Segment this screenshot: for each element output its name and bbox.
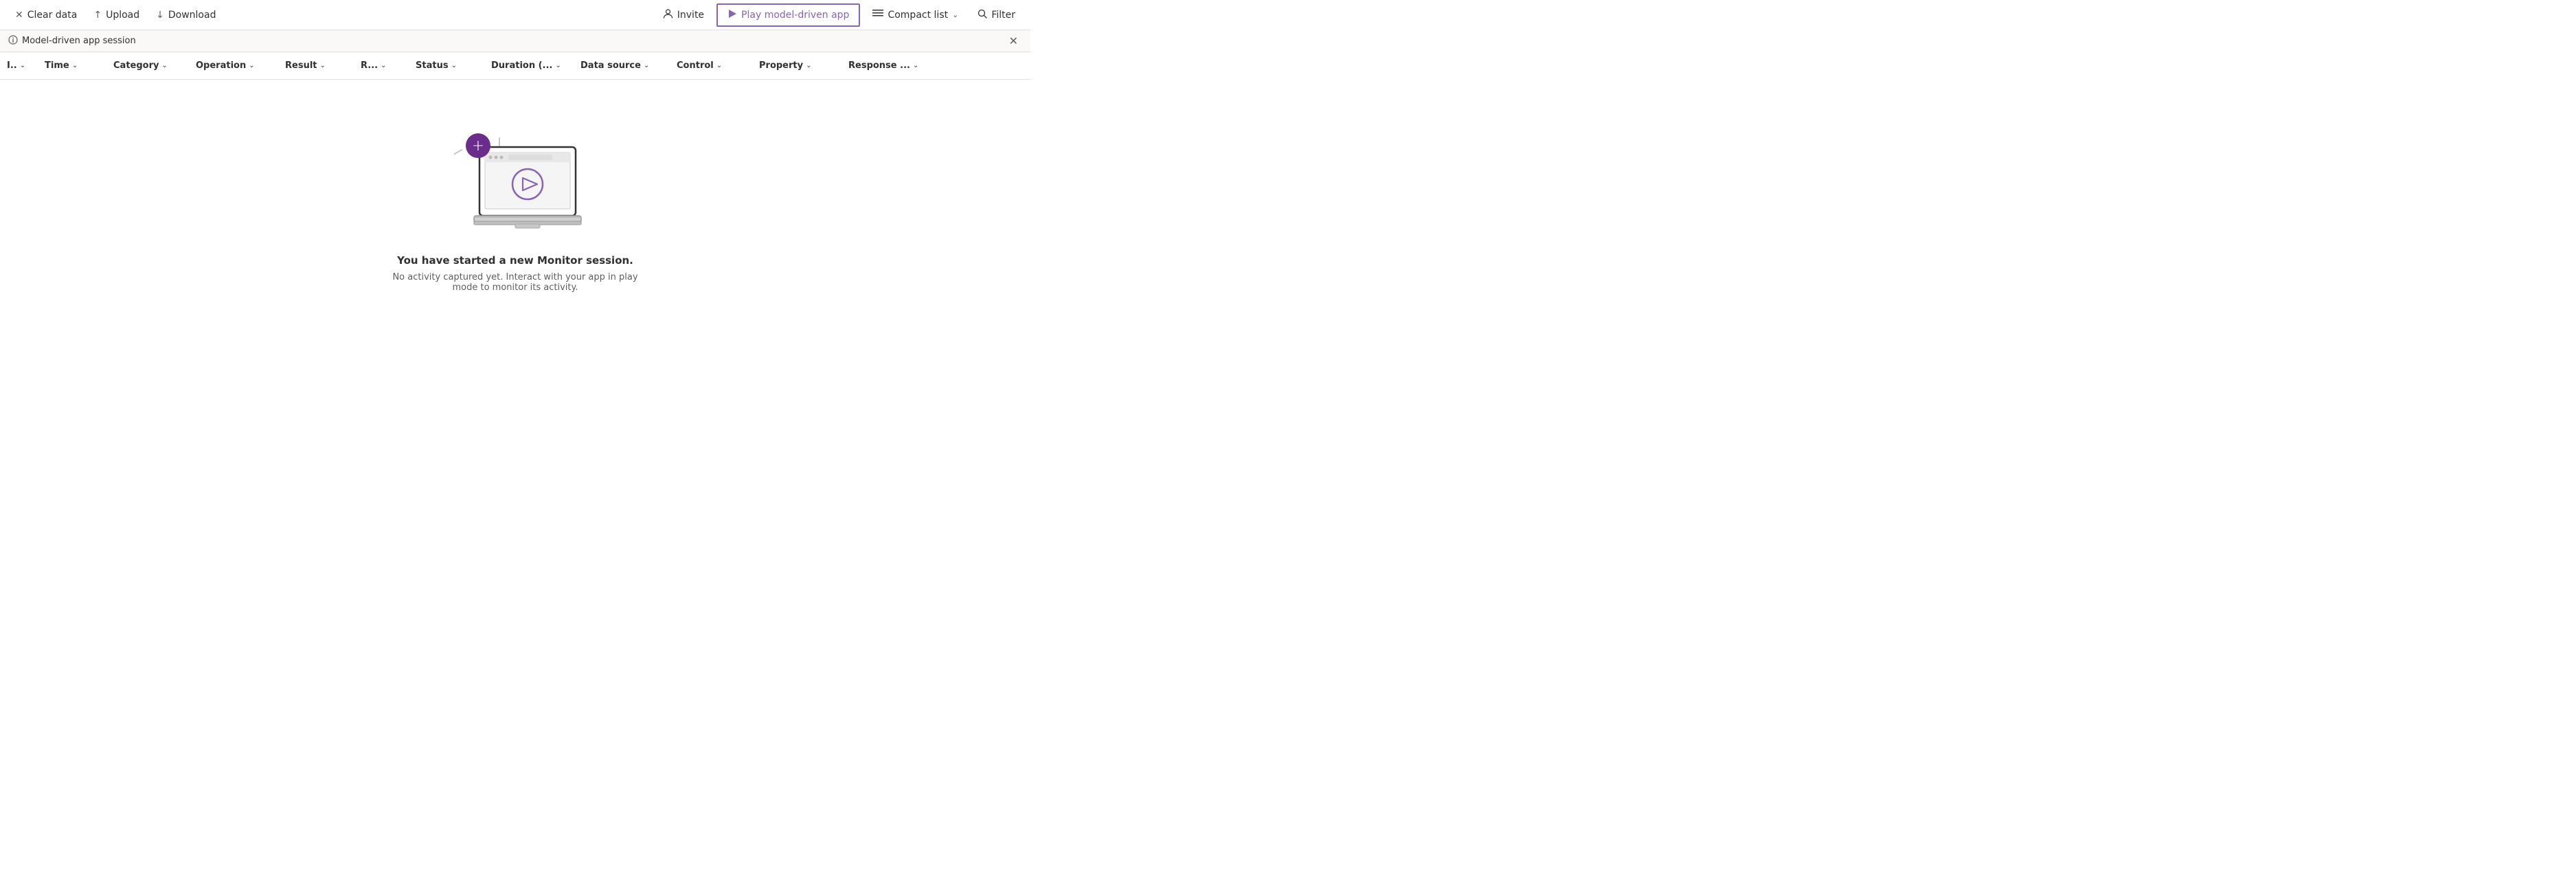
compact-list-icon <box>872 9 883 21</box>
col-header-id[interactable]: I.. ⌄ <box>0 52 38 79</box>
col-response-chevron-icon: ⌄ <box>913 62 918 69</box>
col-property-chevron-icon: ⌄ <box>806 62 811 69</box>
download-button[interactable]: ↓ Download <box>149 5 223 25</box>
download-icon: ↓ <box>156 10 164 21</box>
column-headers: I.. ⌄ Time ⌄ Category ⌄ Operation ⌄ Resu… <box>0 52 1030 80</box>
filter-button[interactable]: Filter <box>971 5 1022 25</box>
col-time-chevron-icon: ⌄ <box>72 62 78 69</box>
compact-list-button[interactable]: Compact list ⌄ <box>866 5 965 25</box>
col-header-datasource[interactable]: Data source ⌄ <box>574 52 670 79</box>
col-header-property[interactable]: Property ⌄ <box>752 52 841 79</box>
col-category-chevron-icon: ⌄ <box>161 62 167 69</box>
info-bar-text: Model-driven app session <box>22 36 136 46</box>
info-bar: Model-driven app session ✕ <box>0 30 1030 52</box>
main-content: + + You <box>0 80 1030 341</box>
filter-search-icon <box>978 9 987 21</box>
col-header-result[interactable]: Result ⌄ <box>278 52 354 79</box>
empty-state-subtitle: No activity captured yet. Interact with … <box>385 272 646 293</box>
col-header-status[interactable]: Status ⌄ <box>409 52 484 79</box>
col-result-chevron-icon: ⌄ <box>320 62 326 69</box>
plus-circle-icon: + <box>466 133 490 158</box>
col-id-chevron-icon: ⌄ <box>20 62 25 69</box>
empty-state-title: You have started a new Monitor session. <box>397 254 633 267</box>
invite-button[interactable]: Invite <box>656 5 711 25</box>
clear-data-button[interactable]: ✕ Clear data <box>8 5 84 25</box>
col-header-control[interactable]: Control ⌄ <box>670 52 752 79</box>
toolbar-left: ✕ Clear data ↑ Upload ↓ Download <box>8 5 653 25</box>
col-header-r[interactable]: R... ⌄ <box>354 52 409 79</box>
upload-icon: ↑ <box>93 10 102 21</box>
col-header-category[interactable]: Category ⌄ <box>106 52 189 79</box>
col-r-chevron-icon: ⌄ <box>381 62 386 69</box>
col-header-time[interactable]: Time ⌄ <box>38 52 106 79</box>
col-header-duration[interactable]: Duration (... ⌄ <box>484 52 574 79</box>
col-header-response[interactable]: Response ... ⌄ <box>841 52 951 79</box>
col-control-chevron-icon: ⌄ <box>716 62 722 69</box>
play-model-icon <box>727 9 737 21</box>
info-icon <box>8 35 18 47</box>
col-status-chevron-icon: ⌄ <box>451 62 457 69</box>
upload-button[interactable]: ↑ Upload <box>87 5 146 25</box>
col-operation-chevron-icon: ⌄ <box>249 62 254 69</box>
toolbar: ✕ Clear data ↑ Upload ↓ Download Invite <box>0 0 1030 30</box>
col-header-operation[interactable]: Operation ⌄ <box>189 52 278 79</box>
toolbar-right: Invite Play model-driven app Compact lis… <box>656 3 1022 27</box>
col-datasource-chevron-icon: ⌄ <box>644 62 649 69</box>
clear-icon: ✕ <box>15 10 23 21</box>
empty-state-illustration: + + <box>447 128 584 238</box>
info-bar-close-button[interactable]: ✕ <box>1005 33 1022 49</box>
compact-list-chevron-icon: ⌄ <box>952 10 958 19</box>
invite-icon <box>663 9 673 21</box>
col-duration-chevron-icon: ⌄ <box>555 62 561 69</box>
play-model-driven-app-button[interactable]: Play model-driven app <box>716 3 860 27</box>
